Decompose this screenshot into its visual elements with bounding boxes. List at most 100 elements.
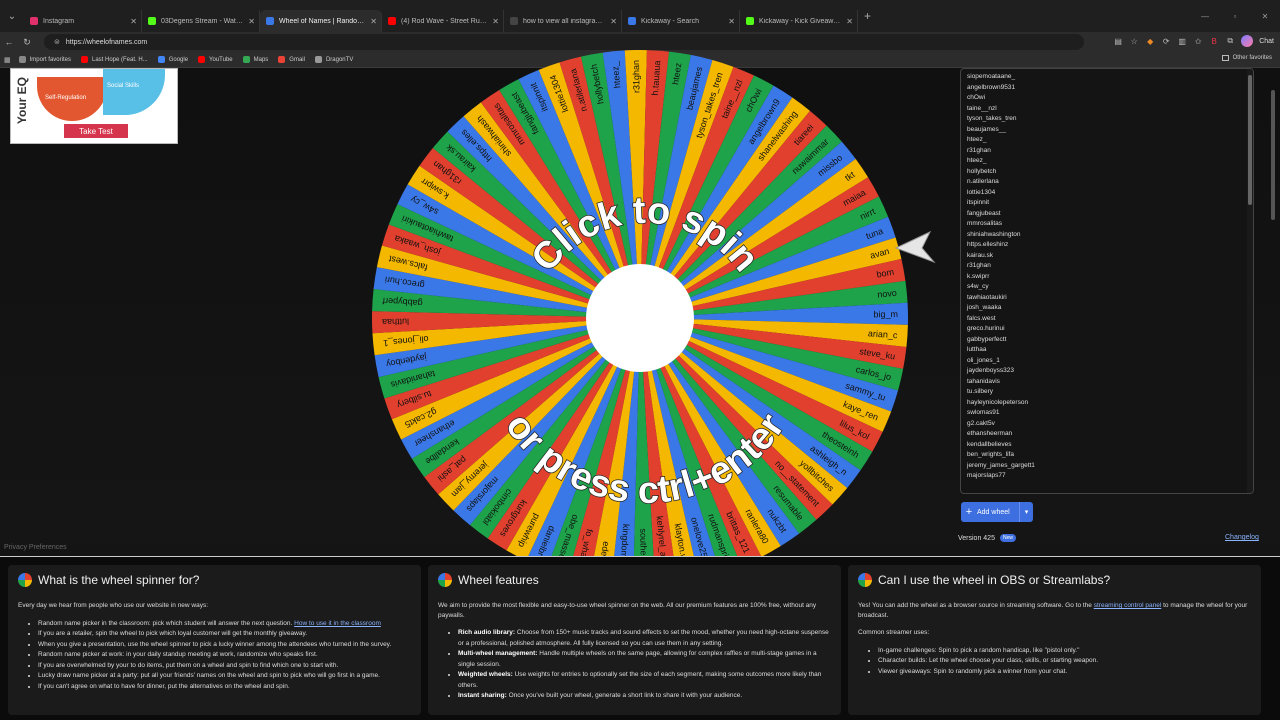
list-item: When you give a presentation, use the wh… xyxy=(38,640,411,651)
entry-line[interactable]: majorslaps77 xyxy=(967,471,1253,482)
minimize-icon[interactable]: — xyxy=(1190,12,1220,21)
entry-line[interactable]: falcs.west xyxy=(967,314,1253,325)
browser-tab[interactable]: how to view all instagram comme... ✕ xyxy=(504,10,622,32)
entry-line[interactable]: ethansheerman xyxy=(967,429,1253,440)
other-favorites[interactable]: Other favorites xyxy=(1221,55,1272,61)
bookmark-item[interactable]: Google xyxy=(157,56,188,63)
eq-ad-banner[interactable]: Your EQ Self-Regulation Social Skills Ta… xyxy=(10,68,178,144)
add-wheel-button[interactable]: + Add wheel ▾ xyxy=(961,502,1033,522)
wheel-logo-icon xyxy=(858,573,872,587)
tab-close-icon[interactable]: ✕ xyxy=(370,17,377,26)
entry-line[interactable]: g2.cakt5v xyxy=(967,419,1253,430)
reader-icon[interactable]: ▤ xyxy=(1113,37,1123,46)
tab-close-icon[interactable]: ✕ xyxy=(492,17,499,26)
bookmark-item[interactable]: Last Hope (Feat. H... xyxy=(80,56,148,63)
page-scroll-thumb[interactable] xyxy=(1271,90,1275,220)
entry-line[interactable]: lottie1304 xyxy=(967,188,1253,199)
browser-tab[interactable]: Instagram ✕ xyxy=(24,10,142,32)
browser-tab[interactable]: Wheel of Names | Random name ... ✕ xyxy=(260,10,382,32)
new-tab-plus-icon[interactable]: + xyxy=(864,9,871,23)
entry-line[interactable]: jaydenboyss323 xyxy=(967,366,1253,377)
entry-line[interactable]: mmrosalitas xyxy=(967,219,1253,230)
entry-line[interactable]: beaujames__ xyxy=(967,125,1253,136)
entry-line[interactable]: siopemoataane_ xyxy=(967,72,1253,83)
entry-line[interactable]: s4w_cy xyxy=(967,282,1253,293)
collections-icon[interactable]: ⧉ xyxy=(1225,36,1235,46)
browser-tab[interactable]: Kickaway - Search ✕ xyxy=(622,10,740,32)
split-screen-icon[interactable]: ▥ xyxy=(1177,37,1187,46)
favorites-icon[interactable]: ✩ xyxy=(1193,37,1203,46)
entry-line[interactable]: tawhiaotaukiri xyxy=(967,293,1253,304)
browser-tab[interactable]: (4) Rod Wave - Street Runner ... ✕ xyxy=(382,10,504,32)
site-info-icon[interactable]: ⊜ xyxy=(54,38,60,46)
extension-icon[interactable]: ◆ xyxy=(1145,37,1155,46)
entry-line[interactable]: tu.silbery xyxy=(967,387,1253,398)
entry-line[interactable]: https.elleshinz xyxy=(967,240,1253,251)
entry-line[interactable]: fangjubeast xyxy=(967,209,1253,220)
entry-line[interactable]: kendallbelieves xyxy=(967,440,1253,451)
tab-close-icon[interactable]: ✕ xyxy=(846,17,853,26)
tab-close-icon[interactable]: ✕ xyxy=(728,17,735,26)
entry-line[interactable]: taine__nzl xyxy=(967,104,1253,115)
entry-line[interactable]: oli_jones_1 xyxy=(967,356,1253,367)
entry-line[interactable]: jeremy_james_gargett1 xyxy=(967,461,1253,472)
changelog-link[interactable]: Changelog xyxy=(1225,534,1259,541)
entry-line[interactable]: hteez_ xyxy=(967,135,1253,146)
entry-line[interactable]: josh_waaka xyxy=(967,303,1253,314)
add-wheel-dropdown-icon[interactable]: ▾ xyxy=(1019,502,1033,522)
apps-grid-icon[interactable]: ▦ xyxy=(4,56,11,64)
entry-line[interactable]: n.atilerlana xyxy=(967,177,1253,188)
page-scrollbar[interactable] xyxy=(1270,70,1276,560)
tab-close-icon[interactable]: ✕ xyxy=(610,17,617,26)
toolbar-right: ▤ ☆ ◆ ⟳ ▥ ✩ B ⧉ Chat xyxy=(1113,35,1274,47)
tab-close-icon[interactable]: ✕ xyxy=(248,17,255,26)
classroom-link[interactable]: How to use it in the classroom xyxy=(294,620,381,627)
entry-line[interactable]: ben_wrights_lifa xyxy=(967,450,1253,461)
entry-line[interactable]: angelbrown9531 xyxy=(967,83,1253,94)
entry-line[interactable]: gabbyperfectt xyxy=(967,335,1253,346)
streaming-control-panel-link[interactable]: streaming control panel xyxy=(1094,602,1162,609)
entry-line[interactable]: kairau.sk xyxy=(967,251,1253,262)
entries-textarea[interactable]: siopemoataane_ angelbrown9531 chOwi taine__… xyxy=(960,68,1254,494)
entry-line[interactable]: r31ghan xyxy=(967,146,1253,157)
browser-tab[interactable]: 03Degens Stream - Watch Li... ✕ xyxy=(142,10,260,32)
profile-avatar[interactable] xyxy=(1241,35,1254,47)
entry-line[interactable]: hteez_ xyxy=(967,156,1253,167)
entry-line[interactable]: hayleynicolepeterson xyxy=(967,398,1253,409)
browser-tab[interactable]: Kickaway - Kick Giveaway Tool ✕ xyxy=(740,10,858,32)
wheel-logo-icon xyxy=(438,573,452,587)
bookmark-item[interactable]: Gmail xyxy=(278,56,305,63)
bookmark-item[interactable]: DragonTV xyxy=(314,56,353,63)
brave-icon[interactable]: B xyxy=(1209,37,1219,46)
entry-line[interactable]: k.swiprr xyxy=(967,272,1253,283)
entry-line[interactable]: tahanidavis xyxy=(967,377,1253,388)
maximize-icon[interactable]: ▫ xyxy=(1220,12,1250,21)
favorite-star-icon[interactable]: ☆ xyxy=(1129,37,1139,46)
wheel-spinner[interactable]: novobig_marian_csteve_kucarlos_josammy_t… xyxy=(370,48,910,588)
chat-button[interactable]: Chat xyxy=(1259,38,1274,45)
take-test-button[interactable]: Take Test xyxy=(64,124,128,138)
bookmark-item[interactable]: Maps xyxy=(242,56,268,63)
entry-line[interactable]: shiniahwashington xyxy=(967,230,1253,241)
entry-line[interactable]: r31ghan xyxy=(967,261,1253,272)
entry-line[interactable]: greco.hurinui xyxy=(967,324,1253,335)
entry-line[interactable]: swlomas91 xyxy=(967,408,1253,419)
tab-close-icon[interactable]: ✕ xyxy=(130,17,137,26)
entry-line[interactable]: lutthaa xyxy=(967,345,1253,356)
entry-line[interactable]: tyson_takes_tren xyxy=(967,114,1253,125)
bookmark-item[interactable]: YouTube xyxy=(198,56,233,63)
close-window-icon[interactable]: ✕ xyxy=(1250,12,1280,21)
entries-scroll-thumb[interactable] xyxy=(1248,75,1252,205)
entries-scrollbar[interactable] xyxy=(1247,69,1253,493)
entry-line[interactable]: hollybetch xyxy=(967,167,1253,178)
wheel-center[interactable] xyxy=(586,264,694,372)
reload-icon[interactable]: ↻ xyxy=(18,37,36,48)
bookmark-item[interactable]: Import favorites xyxy=(18,56,71,63)
entry-line[interactable]: itspinnit xyxy=(967,198,1253,209)
card-title: What is the wheel spinner for? xyxy=(18,573,411,587)
refresh-ext-icon[interactable]: ⟳ xyxy=(1161,37,1171,46)
back-arrow-icon[interactable]: ← xyxy=(0,37,18,47)
tab-list-chevron-icon[interactable]: ⌄ xyxy=(2,6,22,26)
privacy-preferences-link[interactable]: Privacy Preferences xyxy=(4,544,67,551)
entry-line[interactable]: chOwi xyxy=(967,93,1253,104)
